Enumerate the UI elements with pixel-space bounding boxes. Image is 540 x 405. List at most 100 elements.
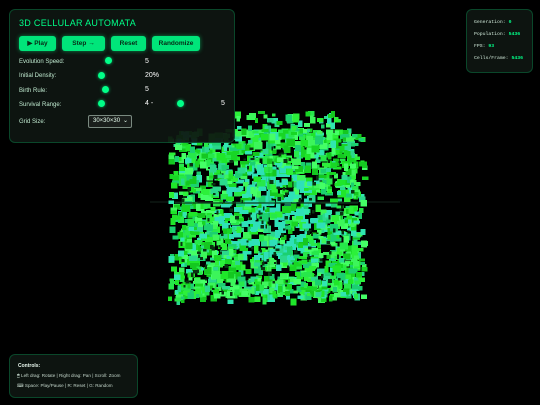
cell-cube xyxy=(248,212,252,215)
cells-value: 5436 xyxy=(511,56,523,61)
cell-cube xyxy=(197,254,201,259)
cell-cube xyxy=(226,196,235,201)
cell-cube xyxy=(228,249,234,256)
cell-cube xyxy=(207,166,210,169)
survival-min-slider[interactable] xyxy=(98,100,105,107)
cell-cube xyxy=(168,283,175,290)
cell-cube xyxy=(356,182,361,187)
cell-cube xyxy=(286,168,293,175)
cell-cube xyxy=(177,232,183,238)
cell-cube xyxy=(299,197,301,202)
cell-cube xyxy=(177,285,181,293)
cell-cube xyxy=(189,290,194,294)
cell-cube xyxy=(351,190,355,194)
cell-cube xyxy=(310,218,319,223)
cell-cube xyxy=(216,152,226,161)
cell-cube xyxy=(199,233,208,239)
grid-size-select[interactable]: 30×30×30 ⌄ xyxy=(88,115,132,128)
cell-cube xyxy=(279,168,286,173)
cell-cube xyxy=(330,122,336,130)
cell-cube xyxy=(286,138,295,147)
cell-cube xyxy=(228,225,231,229)
cell-cube xyxy=(194,160,200,168)
cell-cube xyxy=(362,176,369,180)
cell-cube xyxy=(262,149,269,154)
cell-cube xyxy=(175,297,181,302)
cell-cube xyxy=(264,167,273,173)
cell-cube xyxy=(194,240,202,245)
cell-cube xyxy=(322,162,331,167)
stat-fps: FPS: 93 xyxy=(474,44,495,49)
evolution-speed-slider[interactable] xyxy=(105,57,112,64)
cell-cube xyxy=(338,161,341,163)
cell-cube xyxy=(361,240,368,248)
cell-cube xyxy=(221,165,227,171)
cell-cube xyxy=(169,191,175,199)
cell-cube xyxy=(279,255,287,263)
cell-cube xyxy=(307,246,312,250)
cell-cube xyxy=(282,206,291,213)
cell-cube xyxy=(341,174,348,181)
cell-cube xyxy=(279,273,288,279)
population-value: 5436 xyxy=(508,32,521,37)
cell-cube xyxy=(286,226,292,230)
cell-cube xyxy=(276,157,285,163)
randomize-button[interactable]: Randomize xyxy=(152,36,200,51)
cell-cube xyxy=(244,206,252,210)
stats-panel: Generation: 0 Population: 5436 FPS: 93 C… xyxy=(466,9,533,73)
cell-cube xyxy=(312,168,318,175)
cell-cube xyxy=(355,272,362,278)
cell-cube xyxy=(346,215,352,220)
cell-cube xyxy=(358,247,364,252)
cell-cube xyxy=(201,153,209,159)
cell-cube xyxy=(269,240,278,246)
cell-cube xyxy=(245,150,253,155)
cell-cube xyxy=(353,206,357,212)
play-button[interactable]: ▶ Play xyxy=(19,36,56,51)
cell-cube xyxy=(261,267,265,270)
cell-cube xyxy=(255,117,258,124)
cell-cube xyxy=(281,179,288,185)
cell-cube xyxy=(237,276,246,282)
cell-cube xyxy=(323,252,330,256)
cell-cube xyxy=(184,272,187,276)
cell-cube xyxy=(233,285,240,290)
cell-cube xyxy=(257,278,261,282)
cell-cube xyxy=(352,195,356,199)
stat-generation: Generation: 0 xyxy=(474,20,512,25)
cell-cube xyxy=(320,274,324,278)
cell-cube xyxy=(248,217,253,220)
cell-cube xyxy=(354,280,362,285)
cell-cube xyxy=(270,231,276,237)
cell-cube xyxy=(232,188,242,192)
cell-cube xyxy=(276,279,284,284)
cell-cube xyxy=(315,189,321,193)
reset-button[interactable]: Reset xyxy=(111,36,146,51)
cell-cube xyxy=(325,272,331,276)
cell-cube xyxy=(234,289,240,295)
initial-density-slider[interactable] xyxy=(98,72,105,79)
cell-cube xyxy=(229,208,233,212)
fps-value: 93 xyxy=(488,44,495,49)
cell-cube xyxy=(225,239,231,244)
cell-cube xyxy=(306,231,311,236)
cell-cube xyxy=(185,242,193,250)
help-mouse-line: 🖱 Left drag: Rotate | Right drag: Pan | … xyxy=(17,373,121,378)
cell-cube xyxy=(330,241,336,246)
cell-cube xyxy=(360,199,368,207)
cell-cube xyxy=(351,284,358,290)
cell-cube xyxy=(206,261,211,265)
survival-max-slider[interactable] xyxy=(177,100,184,107)
cell-cube xyxy=(279,291,284,295)
cell-cube xyxy=(316,175,319,180)
cell-cube xyxy=(348,230,350,233)
step-button[interactable]: Step → xyxy=(62,36,105,51)
cell-cube xyxy=(221,232,224,235)
cell-cube xyxy=(169,152,176,156)
cell-cube xyxy=(314,154,319,159)
cell-cube xyxy=(259,235,264,242)
cell-cube xyxy=(253,141,263,150)
cell-cube xyxy=(245,269,252,274)
cell-cube xyxy=(293,254,300,259)
birth-rule-slider[interactable] xyxy=(102,86,109,93)
